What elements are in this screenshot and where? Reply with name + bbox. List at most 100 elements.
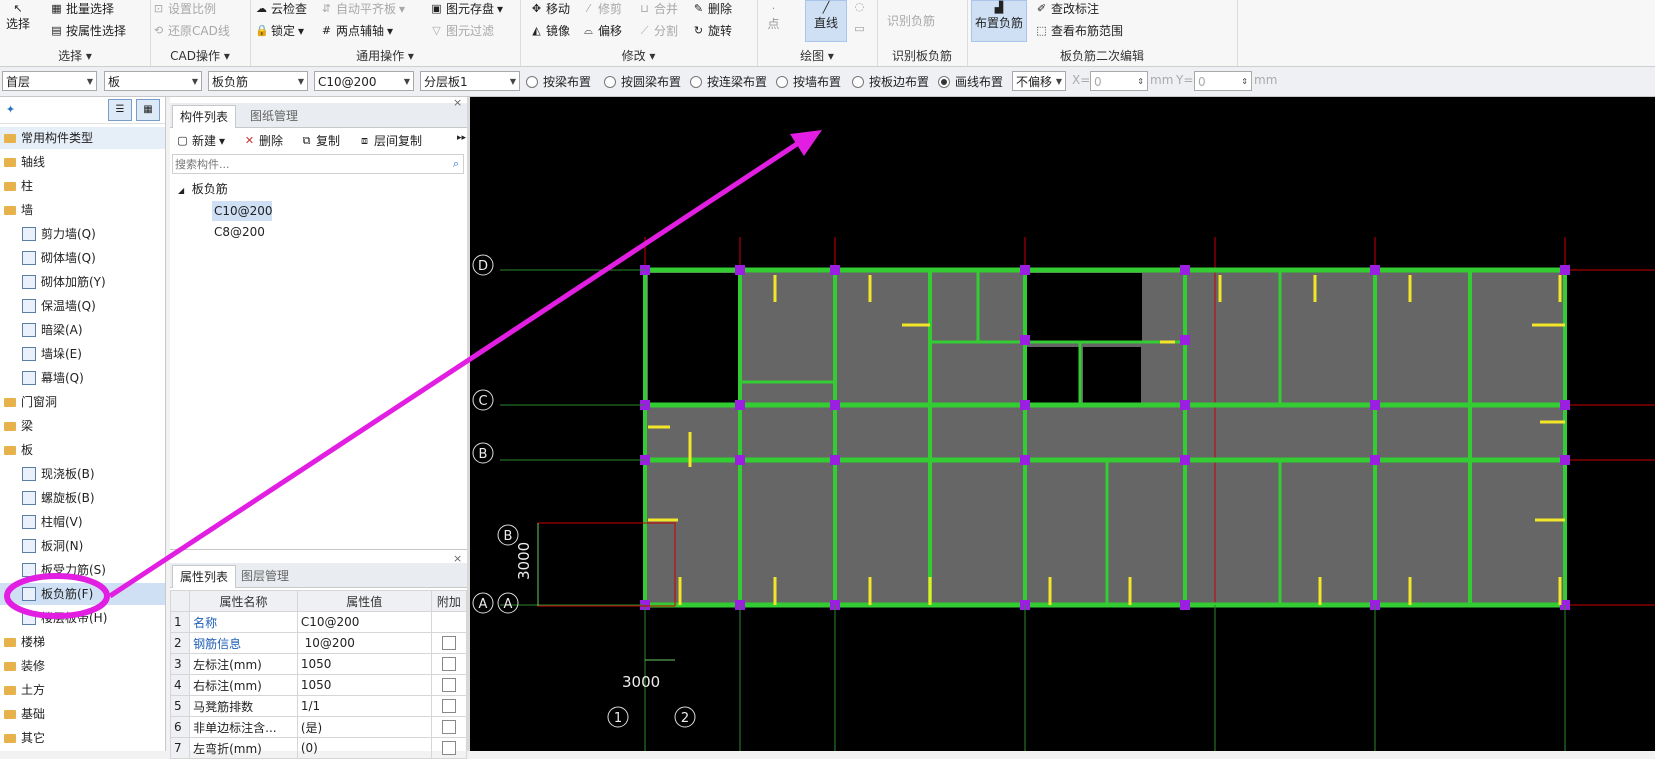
tab-component-list[interactable]: 构件列表 [172, 105, 237, 128]
select-by-property-button[interactable]: ▤ 按属性选择 [50, 22, 126, 39]
radio-by-slab-edge[interactable]: 按板边布置 [852, 73, 929, 90]
line-button[interactable]: ╱ 直线 [805, 0, 847, 42]
extra-checkbox[interactable] [441, 720, 456, 735]
property-row[interactable]: 1 名称 C10@200 [169, 611, 468, 633]
tree-item[interactable]: 保温墙(Q) [0, 295, 165, 317]
copy-component-button[interactable]: ⧉ 复制 [300, 132, 340, 149]
tree-item[interactable]: 基础 [0, 703, 165, 725]
tree-item[interactable]: 常用构件类型 [0, 127, 165, 149]
property-value[interactable]: 1050 [296, 653, 432, 675]
property-row[interactable]: 3 左标注(mm) 1050 [169, 653, 468, 675]
batch-select-button[interactable]: ▦ 批量选择 [50, 0, 114, 17]
property-row[interactable]: 5 马凳筋排数 1/1 [169, 695, 468, 717]
category-select[interactable]: 板 ▼ [104, 71, 202, 91]
tree-item[interactable]: 楼层板带(H) [0, 607, 165, 629]
split-button[interactable]: ⟋ 分割 [638, 22, 678, 39]
property-value[interactable]: 10@200 [296, 632, 432, 654]
tree-item[interactable]: 板受力筋(S) [0, 559, 165, 581]
extra-checkbox[interactable] [441, 657, 456, 672]
delete-button[interactable]: ✎ 删除 [692, 0, 732, 17]
tree-item[interactable]: 柱 [0, 175, 165, 197]
auto-align-slab-button[interactable]: ⇵ 自动平齐板 ▾ [320, 0, 405, 17]
search-input[interactable] [173, 155, 437, 173]
tree-item[interactable]: 柱帽(V) [0, 511, 165, 533]
x-input[interactable]: 0 ⇕ [1090, 71, 1148, 91]
cloud-check-button[interactable]: ☁ 云检查 [255, 0, 307, 17]
extra-checkbox[interactable] [441, 741, 456, 756]
radio-by-line[interactable]: 画线布置 [938, 73, 1003, 90]
property-row[interactable]: 4 右标注(mm) 1050 [169, 674, 468, 696]
component-select[interactable]: C10@200 ▼ [314, 71, 414, 91]
property-value[interactable]: (0) [296, 737, 432, 759]
floor-select[interactable]: 首层 ▼ [2, 71, 97, 91]
property-value[interactable]: 1050 [296, 674, 432, 696]
tree-item[interactable]: 剪力墙(Q) [0, 223, 165, 245]
rect-button[interactable]: ▭ [853, 22, 866, 35]
move-button[interactable]: ✥ 移动 [530, 0, 570, 17]
set-scale-button[interactable]: ⊡ 设置比例 [152, 0, 216, 17]
point-button[interactable]: · 点 [767, 2, 780, 32]
grid-view-icon[interactable]: ▦ [136, 99, 160, 121]
tree-item[interactable]: 轴线 [0, 151, 165, 173]
tree-item[interactable]: 暗梁(A) [0, 319, 165, 341]
property-row[interactable]: 2 钢筋信息 10@200 [169, 632, 468, 654]
place-rebar-button[interactable]: ▟ 布置负筋 [971, 0, 1027, 42]
offset-button[interactable]: ⌓ 偏移 [582, 22, 622, 39]
new-component-button[interactable]: ▢ 新建 ▾ [176, 132, 225, 149]
tab-property-list[interactable]: 属性列表 [172, 565, 237, 588]
property-row[interactable]: 6 非单边标注含... (是) [169, 716, 468, 738]
tree-item[interactable]: 现浇板(B) [0, 463, 165, 485]
merge-button[interactable]: ⊔ 合并 [638, 0, 678, 17]
radio-by-link-beam[interactable]: 按连梁布置 [690, 73, 767, 90]
property-value[interactable]: 1/1 [296, 695, 432, 717]
floor-plan-drawing[interactable]: D C B A B A 1 2 3000 3000 [470, 97, 1655, 751]
tree-item[interactable]: 墙垛(E) [0, 343, 165, 365]
rotate-button[interactable]: ↻ 旋转 [692, 22, 732, 39]
radio-by-beam[interactable]: 按梁布置 [526, 73, 591, 90]
arc-button[interactable]: ◌ [853, 0, 866, 13]
lock-button[interactable]: 🔒 锁定 ▾ [255, 22, 304, 39]
view-rebar-range-button[interactable]: ⬚ 查看布筋范围 [1035, 22, 1123, 39]
tree-item[interactable]: 墙 [0, 199, 165, 221]
tree-item[interactable]: 板 [0, 439, 165, 461]
property-value[interactable]: C10@200 [296, 611, 432, 633]
tree-item[interactable]: 其它 [0, 727, 165, 749]
tree-item[interactable]: 螺旋板(B) [0, 487, 165, 509]
tree-item[interactable]: 门窗洞 [0, 391, 165, 413]
close-panel-icon[interactable]: × [453, 96, 462, 109]
y-input[interactable]: 0 ⇕ [1194, 71, 1252, 91]
property-row[interactable]: 7 左弯折(mm) (0) [169, 737, 468, 759]
recognize-rebar-button[interactable]: 识别负筋 [887, 12, 935, 29]
cad-drawing-canvas[interactable]: D C B A B A 1 2 3000 3000 [470, 97, 1655, 751]
list-view-icon[interactable]: ☰ [108, 99, 132, 121]
radio-by-wall[interactable]: 按墙布置 [776, 73, 841, 90]
extra-checkbox[interactable] [441, 678, 456, 693]
layer-select[interactable]: 分层板1 ▼ [420, 71, 520, 91]
component-item-selected[interactable]: C10@200 [212, 201, 273, 221]
tree-item[interactable]: 砌体墙(Q) [0, 247, 165, 269]
restore-cad-lines-button[interactable]: ⟲ 还原CAD线 [152, 22, 230, 39]
select-button[interactable]: ↖ 选择 [6, 2, 30, 32]
component-item[interactable]: C8@200 [212, 222, 265, 242]
search-box[interactable]: ⌕ [172, 154, 464, 174]
component-group[interactable]: ◢ 板负筋 [178, 180, 228, 197]
mirror-button[interactable]: ◭ 镜像 [530, 22, 570, 39]
extra-checkbox[interactable] [441, 699, 456, 714]
save-element-button[interactable]: ▣ 图元存盘 ▾ [430, 0, 503, 17]
element-filter-button[interactable]: ▽ 图元过滤 [430, 22, 494, 39]
tree-item[interactable]: 板洞(N) [0, 535, 165, 557]
type-select[interactable]: 板负筋 ▼ [208, 71, 308, 91]
tree-item[interactable]: 装修 [0, 655, 165, 677]
delete-component-button[interactable]: ✕ 删除 [243, 132, 283, 149]
tree-item[interactable]: 幕墙(Q) [0, 367, 165, 389]
search-icon[interactable]: ⌕ [453, 157, 459, 171]
more-icon[interactable]: ▸▸ [457, 133, 466, 143]
edit-annotation-button[interactable]: ✐ 查改标注 [1035, 0, 1099, 17]
tree-item[interactable]: 板负筋(F) [0, 583, 165, 605]
tree-item[interactable]: 砌体加筋(Y) [0, 271, 165, 293]
pin-icon[interactable]: ✦ [4, 103, 17, 116]
offset-select[interactable]: 不偏移 ▼ [1012, 71, 1066, 91]
tab-drawing-management[interactable]: 图纸管理 [243, 105, 305, 127]
extra-checkbox[interactable] [441, 636, 456, 651]
tree-item[interactable]: 楼梯 [0, 631, 165, 653]
